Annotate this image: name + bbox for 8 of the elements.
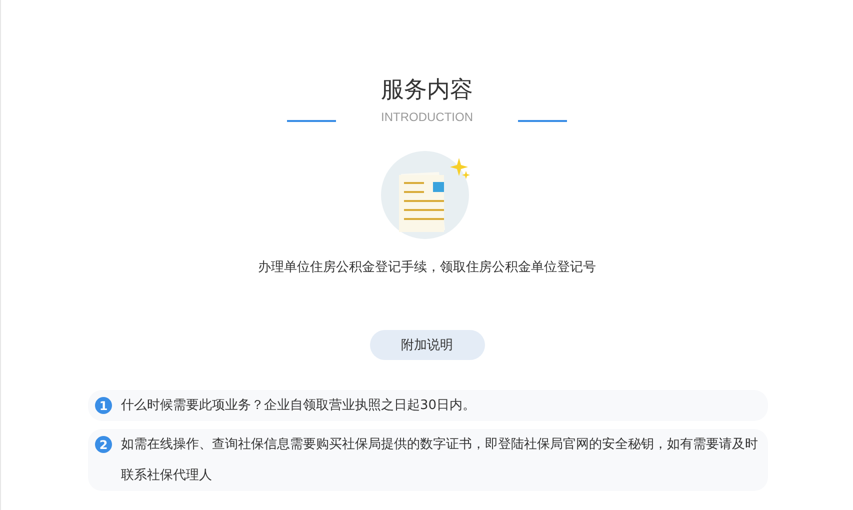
extra-info-button[interactable]: 附加说明 — [370, 330, 484, 360]
service-description: 办理单位住房公积金登记手续，领取住房公积金单位登记号 — [258, 259, 596, 276]
number-badge: 1 — [95, 397, 112, 414]
number-badge: 2 — [95, 436, 112, 453]
section-subtitle: INTRODUCTION — [381, 110, 473, 124]
note-text: 什么时候需要此项业务？企业自领取营业执照之日起30日内。 — [121, 397, 477, 415]
note-text: 如需在线操作、查询社保信息需要购买社保局提供的数字证书，即登陆社保局官网的安全秘钥，如有需要请及时联系社保代理人 — [121, 436, 759, 485]
section-title: 服务内容 — [381, 76, 473, 105]
